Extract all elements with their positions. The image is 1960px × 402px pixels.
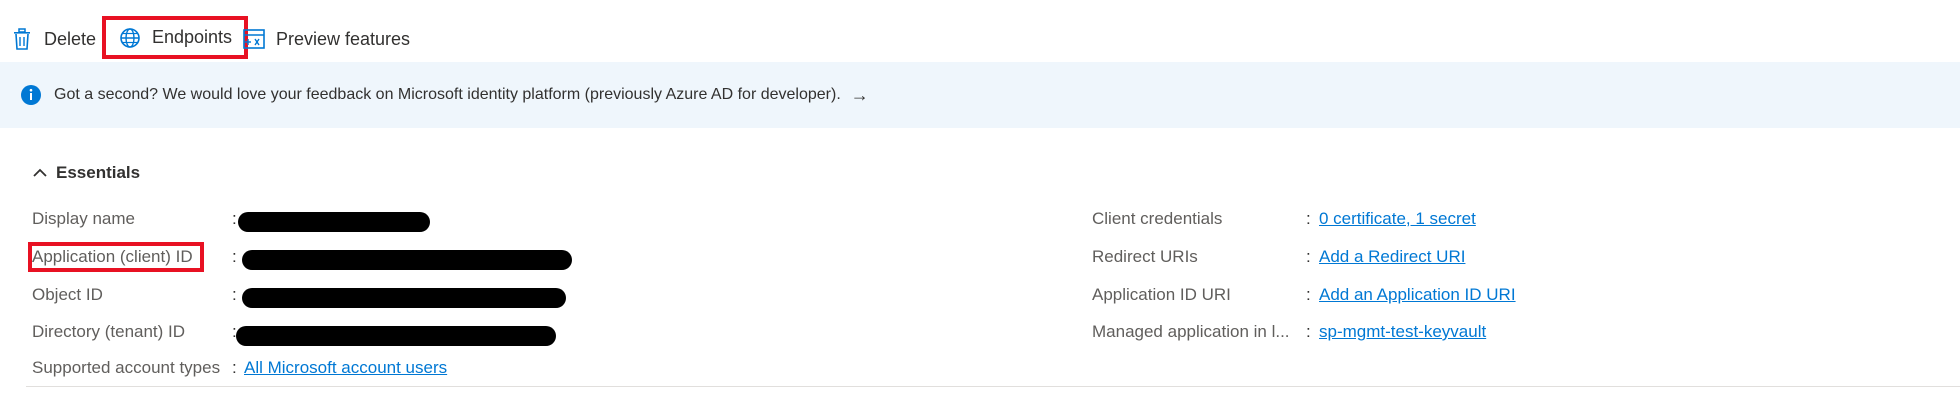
display-name-label: Display name [32, 209, 135, 228]
delete-button[interactable]: Delete [10, 20, 96, 58]
preview-features-button[interactable]: Preview features [242, 20, 410, 58]
arrow-right-icon[interactable]: → [851, 85, 869, 106]
redacted-value [242, 288, 566, 308]
trash-icon [10, 27, 34, 51]
redirect-uris-link[interactable]: Add a Redirect URI [1319, 247, 1465, 267]
feedback-banner[interactable]: Got a second? We would love your feedbac… [0, 62, 1960, 128]
colon: : [232, 247, 237, 266]
colon: : [232, 285, 237, 304]
colon: : [1306, 209, 1311, 228]
essentials-row-app-id-uri: Application ID URI : Add an Application … [1060, 283, 1940, 307]
essentials-row-client-credentials: Client credentials : 0 certificate, 1 se… [1060, 207, 1940, 231]
redacted-value [236, 326, 556, 346]
redacted-value [238, 212, 430, 232]
app-id-uri-link[interactable]: Add an Application ID URI [1319, 285, 1516, 305]
globe-icon [118, 26, 142, 50]
managed-app-label: Managed application in l... [1092, 322, 1290, 341]
essentials-row-redirect-uris: Redirect URIs : Add a Redirect URI [1060, 245, 1940, 269]
client-credentials-label: Client credentials [1092, 209, 1223, 228]
colon: : [1306, 285, 1311, 304]
redacted-value [242, 250, 572, 270]
colon: : [232, 209, 237, 228]
colon: : [1306, 247, 1311, 266]
info-icon [20, 84, 42, 106]
object-id-label: Object ID [32, 285, 103, 304]
client-id-label: Application (client) ID [32, 247, 193, 266]
banner-text: Got a second? We would love your feedbac… [54, 86, 841, 103]
essentials-row-display-name: Display name : [0, 207, 980, 232]
account-types-label: Supported account types [32, 358, 221, 377]
essentials-row-client-id: Application (client) ID : [0, 245, 980, 270]
essentials-toggle[interactable]: Essentials [32, 163, 140, 183]
preview-features-label: Preview features [276, 28, 411, 49]
chevron-up-icon [32, 165, 48, 181]
divider [26, 386, 1960, 387]
preview-features-icon [242, 27, 266, 51]
essentials-row-object-id: Object ID : [0, 283, 980, 308]
endpoints-button[interactable]: Endpoints [102, 16, 249, 59]
app-id-uri-label: Application ID URI [1092, 285, 1231, 304]
client-credentials-link[interactable]: 0 certificate, 1 secret [1319, 209, 1476, 229]
essentials-row-account-types: Supported account types : All Microsoft … [0, 356, 980, 380]
managed-app-link[interactable]: sp-mgmt-test-keyvault [1319, 322, 1486, 342]
colon: : [1306, 322, 1311, 341]
endpoints-label: Endpoints [152, 27, 233, 47]
essentials-row-tenant-id: Directory (tenant) ID : [0, 320, 980, 346]
redirect-uris-label: Redirect URIs [1092, 247, 1198, 266]
account-types-link[interactable]: All Microsoft account users [244, 358, 447, 378]
delete-label: Delete [44, 28, 97, 49]
essentials-title: Essentials [56, 163, 141, 182]
tenant-id-label: Directory (tenant) ID [32, 322, 186, 341]
essentials-row-managed-app: Managed application in l... : sp-mgmt-te… [1060, 320, 1940, 344]
colon: : [232, 358, 237, 377]
